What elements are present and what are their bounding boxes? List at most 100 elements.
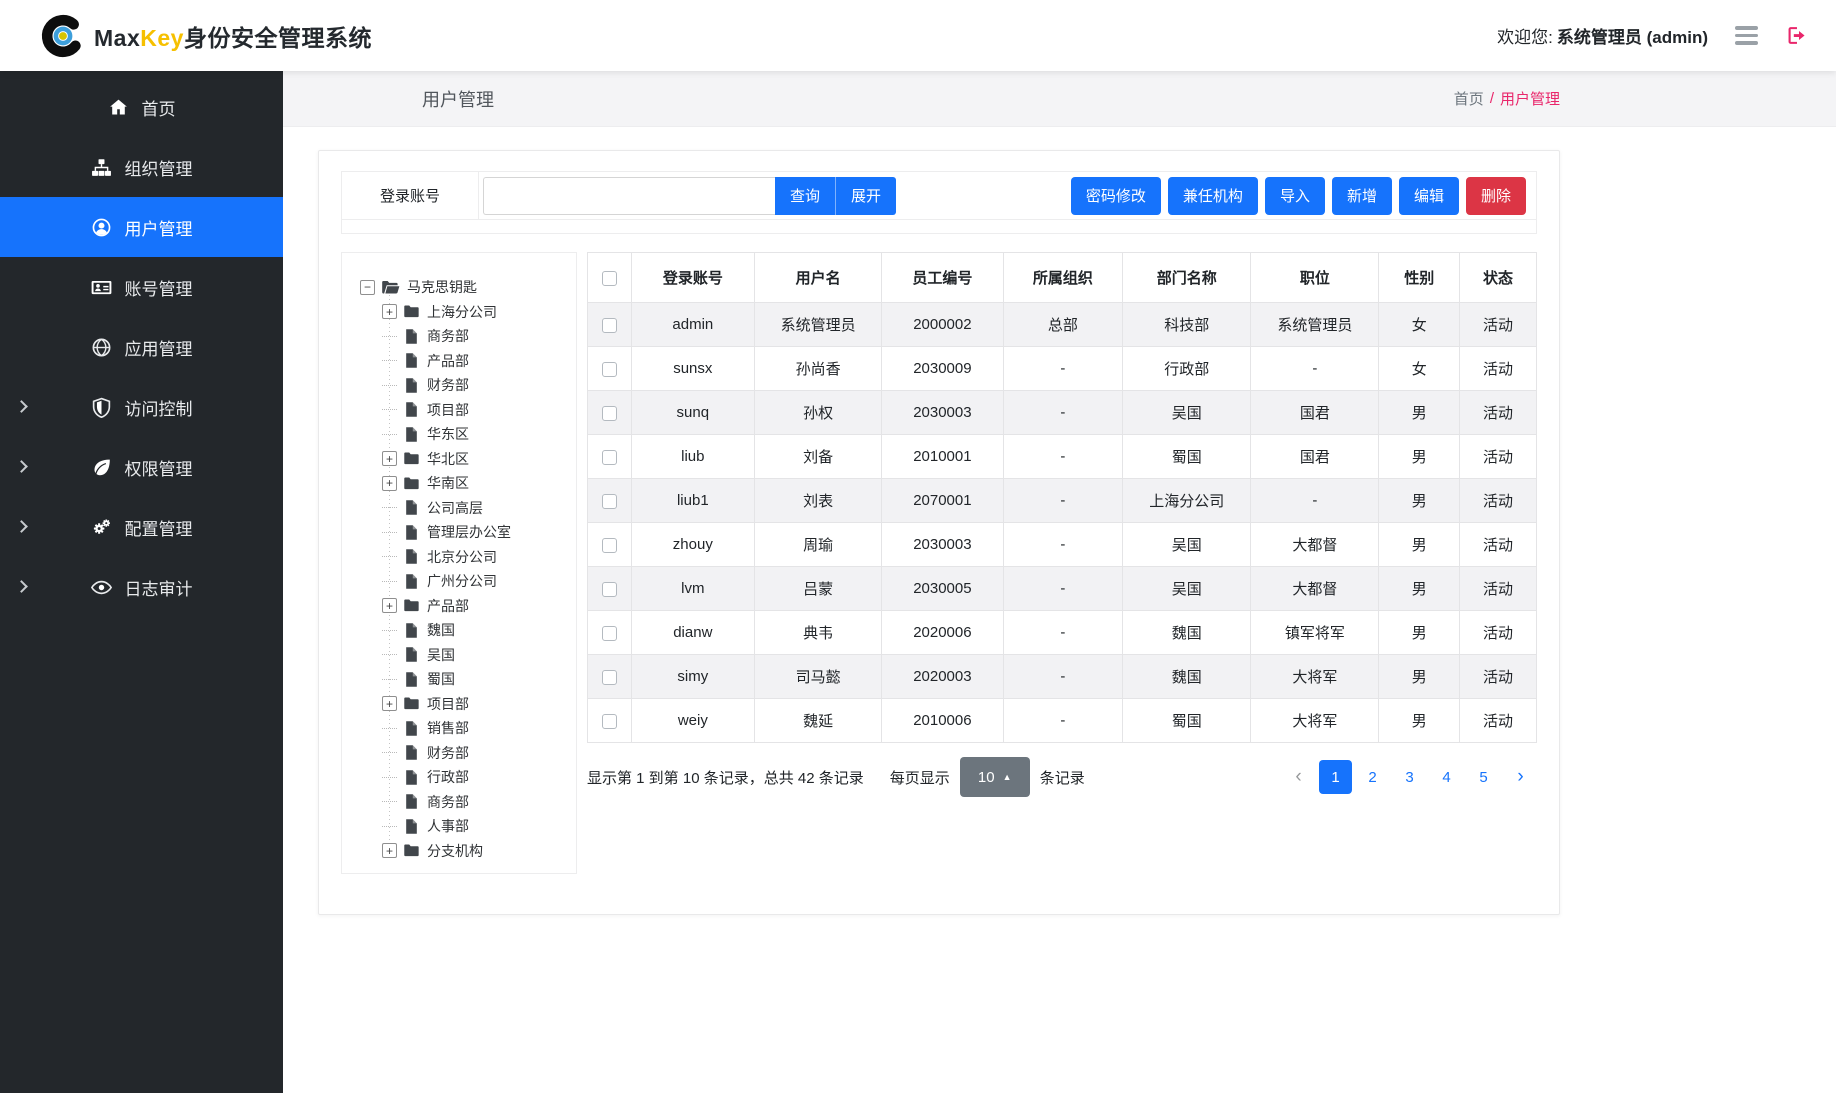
select-all-checkbox[interactable] — [602, 271, 617, 286]
delete-button[interactable]: 删除 — [1466, 177, 1526, 215]
cell-organization: - — [1003, 391, 1123, 435]
tree-node[interactable]: + 华北区 — [342, 447, 572, 472]
login-account-input[interactable] — [483, 177, 775, 215]
page-4-button[interactable]: 4 — [1430, 760, 1463, 794]
row-checkbox[interactable] — [602, 450, 617, 465]
tree-node[interactable]: − 马克思钥匙 — [342, 275, 572, 300]
row-checkbox[interactable] — [602, 494, 617, 509]
tree-node[interactable]: 北京分公司 — [342, 545, 572, 570]
tree-expander[interactable]: + — [382, 696, 397, 711]
tree-node[interactable]: 财务部 — [342, 741, 572, 766]
page-2-button[interactable]: 2 — [1356, 760, 1389, 794]
tree-node[interactable]: + 项目部 — [342, 692, 572, 717]
tree-node[interactable]: 行政部 — [342, 765, 572, 790]
tree-expander[interactable]: + — [382, 451, 397, 466]
sidebar-item-label: 权限管理 — [125, 455, 193, 480]
sidebar-item-home[interactable]: 首页 — [0, 77, 283, 137]
table-row[interactable]: simy司马懿2020003-魏国大将军男活动 — [588, 655, 1537, 699]
row-checkbox[interactable] — [602, 714, 617, 729]
tree-node[interactable]: 商务部 — [342, 790, 572, 815]
page-3-button[interactable]: 3 — [1393, 760, 1426, 794]
cogs-icon — [91, 517, 112, 538]
tree-connector — [382, 801, 397, 802]
tree-node-label: 行政部 — [427, 767, 469, 787]
tree-node[interactable]: 华东区 — [342, 422, 572, 447]
page-5-button[interactable]: 5 — [1467, 760, 1500, 794]
table-row[interactable]: weiy魏延2010006-蜀国大将军男活动 — [588, 699, 1537, 743]
cell-login_account: liub1 — [631, 479, 754, 523]
tree-node[interactable]: + 上海分公司 — [342, 300, 572, 325]
sidebar-item-accounts[interactable]: 账号管理 — [0, 257, 283, 317]
menu-toggle-icon[interactable] — [1735, 26, 1758, 45]
tree-node[interactable]: 广州分公司 — [342, 569, 572, 594]
tree-node-label: 财务部 — [427, 375, 469, 395]
row-checkbox[interactable] — [602, 626, 617, 641]
tree-connector — [382, 556, 397, 557]
table-row[interactable]: liub1刘表2070001-上海分公司-男活动 — [588, 479, 1537, 523]
tree-node[interactable]: 项目部 — [342, 398, 572, 423]
sidebar-item-organization[interactable]: 组织管理 — [0, 137, 283, 197]
sidebar-item-access-control[interactable]: 访问控制 — [0, 377, 283, 437]
row-checkbox[interactable] — [602, 538, 617, 553]
tree-node[interactable]: 管理层办公室 — [342, 520, 572, 545]
file-icon — [403, 499, 420, 516]
tree-node[interactable]: 财务部 — [342, 373, 572, 398]
change-password-button[interactable]: 密码修改 — [1071, 177, 1161, 215]
cell-gender: 男 — [1379, 655, 1460, 699]
table-row[interactable]: zhouy周瑜2030003-吴国大都督男活动 — [588, 523, 1537, 567]
tree-node-label: 项目部 — [427, 694, 469, 714]
tree-node[interactable]: 销售部 — [342, 716, 572, 741]
records-summary: 显示第 1 到第 10 条记录，总共 42 条记录 — [587, 767, 864, 788]
tree-node[interactable]: + 华南区 — [342, 471, 572, 496]
page-size-dropdown[interactable]: 10 ▲ — [960, 757, 1030, 797]
cell-gender: 男 — [1379, 567, 1460, 611]
sidebar-item-permissions[interactable]: 权限管理 — [0, 437, 283, 497]
tree-expander[interactable]: − — [360, 280, 375, 295]
concurrent-org-button[interactable]: 兼任机构 — [1168, 177, 1258, 215]
tree-node[interactable]: 产品部 — [342, 349, 572, 374]
next-page-button[interactable]: › — [1504, 760, 1537, 794]
tree-node[interactable]: 吴国 — [342, 643, 572, 668]
tree-node[interactable]: + 分支机构 — [342, 839, 572, 864]
import-button[interactable]: 导入 — [1265, 177, 1325, 215]
tree-node[interactable]: 蜀国 — [342, 667, 572, 692]
sidebar-item-audit[interactable]: 日志审计 — [0, 557, 283, 617]
row-checkbox[interactable] — [602, 318, 617, 333]
expand-button[interactable]: 展开 — [835, 177, 896, 215]
logout-icon[interactable] — [1785, 24, 1808, 47]
tree-node-label: 公司高层 — [427, 498, 483, 518]
advanced-search-area — [342, 220, 1536, 233]
sidebar-item-users[interactable]: 用户管理 — [0, 197, 283, 257]
breadcrumb-home-link[interactable]: 首页 — [1454, 88, 1484, 109]
table-row[interactable]: liub刘备2010001-蜀国国君男活动 — [588, 435, 1537, 479]
tree-expander[interactable]: + — [382, 598, 397, 613]
prev-page-button[interactable]: ‹ — [1282, 760, 1315, 794]
tree-expander[interactable]: + — [382, 843, 397, 858]
sidebar-item-configuration[interactable]: 配置管理 — [0, 497, 283, 557]
row-checkbox[interactable] — [602, 362, 617, 377]
tree-node[interactable]: + 产品部 — [342, 594, 572, 619]
row-checkbox[interactable] — [602, 582, 617, 597]
tree-node[interactable]: 魏国 — [342, 618, 572, 643]
breadcrumb-current-link[interactable]: 用户管理 — [1500, 88, 1560, 109]
tree-node[interactable]: 商务部 — [342, 324, 572, 349]
table-row[interactable]: dianw典韦2020006-魏国镇军将军男活动 — [588, 611, 1537, 655]
tree-node[interactable]: 公司高层 — [342, 496, 572, 521]
row-checkbox[interactable] — [602, 670, 617, 685]
table-row[interactable]: sunq孙权2030003-吴国国君男活动 — [588, 391, 1537, 435]
table-row[interactable]: sunsx孙尚香2030009-行政部-女活动 — [588, 347, 1537, 391]
row-checkbox[interactable] — [602, 406, 617, 421]
add-button[interactable]: 新增 — [1332, 177, 1392, 215]
leaf-icon — [91, 457, 112, 478]
page-size-value: 10 — [978, 769, 995, 786]
tree-expander[interactable]: + — [382, 476, 397, 491]
page-1-button[interactable]: 1 — [1319, 760, 1352, 794]
tree-node[interactable]: 人事部 — [342, 814, 572, 839]
file-icon — [403, 548, 420, 565]
sidebar-item-applications[interactable]: 应用管理 — [0, 317, 283, 377]
table-row[interactable]: lvm吕蒙2030005-吴国大都督男活动 — [588, 567, 1537, 611]
query-button[interactable]: 查询 — [775, 177, 835, 215]
tree-expander[interactable]: + — [382, 304, 397, 319]
edit-button[interactable]: 编辑 — [1399, 177, 1459, 215]
table-row[interactable]: admin系统管理员2000002总部科技部系统管理员女活动 — [588, 303, 1537, 347]
